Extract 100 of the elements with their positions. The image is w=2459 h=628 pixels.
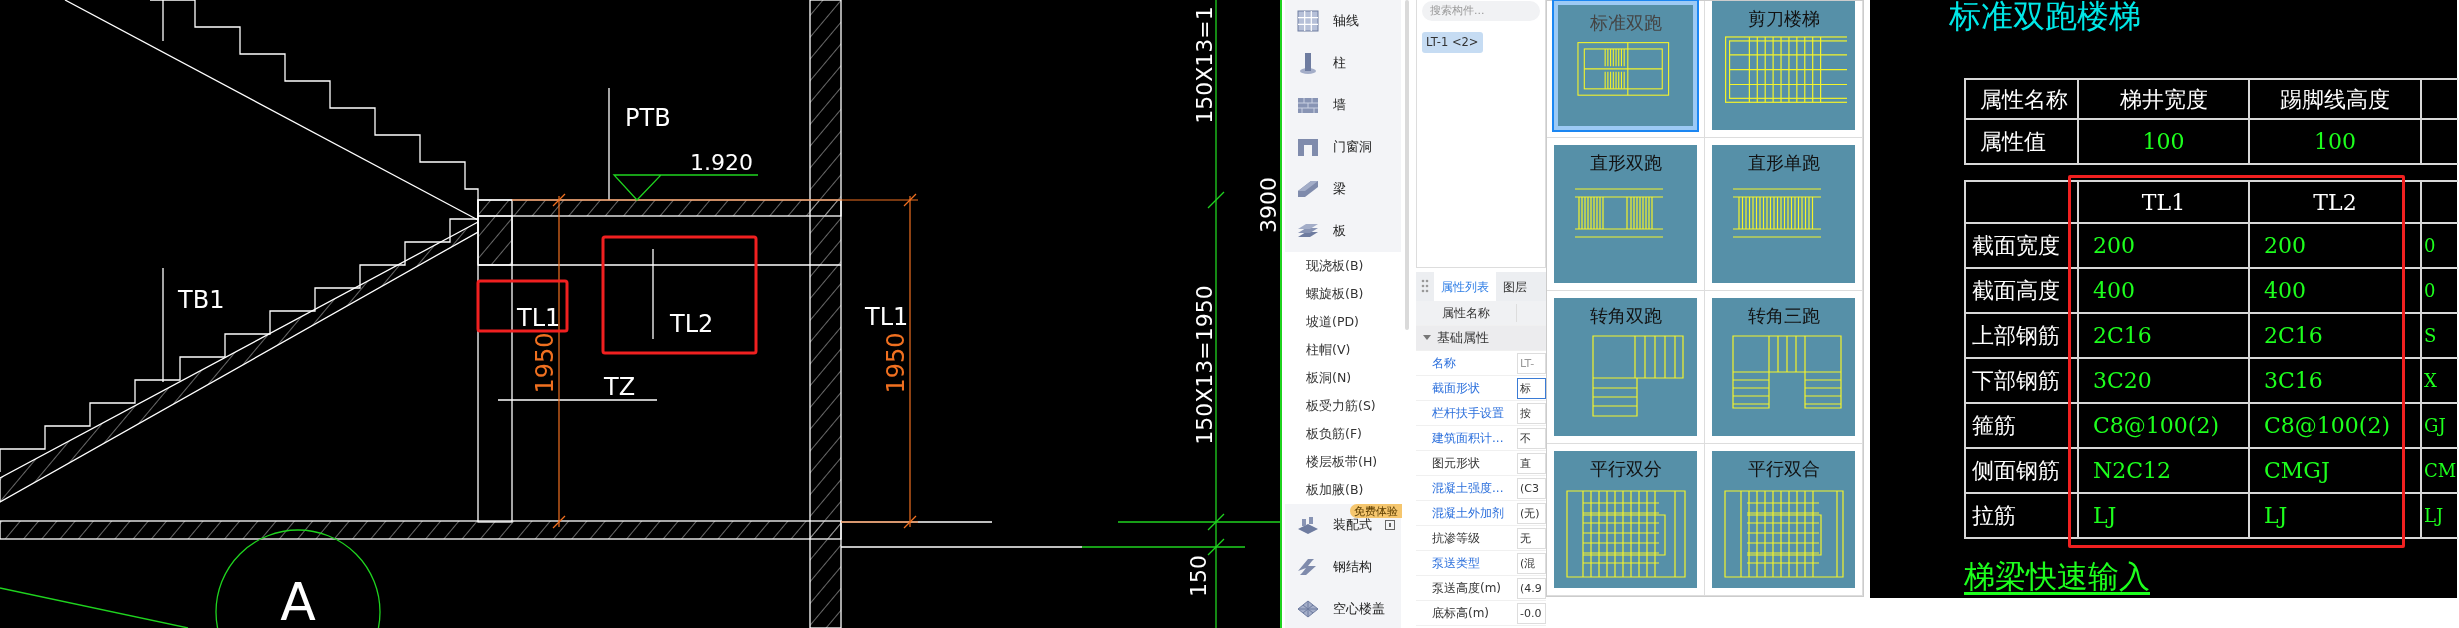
- table-header: 属性名称: [1965, 79, 2078, 119]
- table-cell: 200: [2078, 223, 2249, 268]
- dimension-text: 1950: [882, 332, 910, 394]
- property-value[interactable]: 无: [1517, 527, 1546, 549]
- stair-type-tile[interactable]: 直形双跑: [1554, 145, 1697, 283]
- property-name: 建筑面积计...: [1431, 430, 1505, 447]
- tile-title: 转角三跑: [1747, 304, 1820, 328]
- sidebar-item[interactable]: 墙: [1285, 84, 1401, 126]
- sidebar-subitem[interactable]: 螺旋板(B): [1285, 280, 1401, 308]
- sidebar-subitem[interactable]: 板加腋(B): [1285, 476, 1401, 504]
- table-cell: 3C20: [2078, 358, 2249, 403]
- sidebar-subitem[interactable]: 楼层板带(H): [1285, 448, 1401, 476]
- sidebar-subitem[interactable]: 板受力筋(S): [1285, 392, 1401, 420]
- property-name: 图元形状: [1431, 455, 1481, 472]
- property-name: 抗渗等级: [1431, 530, 1481, 547]
- table-cell: N2C12: [2078, 448, 2249, 493]
- table-cell: 2C16: [2249, 313, 2421, 358]
- table-cell: 2C16: [2078, 313, 2249, 358]
- tile-title: 直形双跑: [1589, 151, 1662, 175]
- dimension-text: 150X13=1950: [1191, 285, 1217, 445]
- property-value[interactable]: (4.9: [1517, 577, 1546, 599]
- row-label: 侧面钢筋: [1965, 448, 2078, 493]
- tile-title: 剪刀楼梯: [1747, 7, 1820, 31]
- table-cell: LJ: [2249, 493, 2421, 538]
- table-cell: 400: [2249, 268, 2421, 313]
- dimension-text: 150: [1185, 555, 1211, 597]
- sidebar-item[interactable]: 梁: [1285, 168, 1401, 210]
- property-tab[interactable]: 属性列表: [1434, 272, 1496, 301]
- property-value[interactable]: (混: [1517, 552, 1546, 574]
- stair-type-tile[interactable]: 平行双分: [1554, 451, 1697, 588]
- tile-title: 标准双跑: [1589, 11, 1662, 35]
- property-name: 底标高(m): [1431, 605, 1491, 622]
- drawing-label: TL2: [670, 310, 714, 338]
- row-label: 拉筋: [1965, 493, 2078, 538]
- table-cell: 3C16: [2249, 358, 2421, 403]
- search-field[interactable]: 搜索构件...: [1422, 0, 1540, 21]
- dimension-text: 150X13=1: [1191, 6, 1217, 124]
- tile-title: 直形单跑: [1747, 151, 1820, 175]
- table-cell: 200: [2249, 223, 2421, 268]
- sidebar-item[interactable]: 钢结构: [1285, 546, 1401, 588]
- property-value[interactable]: 按: [1517, 402, 1546, 424]
- table-header: 梯井宽度: [2078, 79, 2249, 119]
- caret-icon: [1423, 335, 1431, 341]
- tile-title: 平行双合: [1747, 457, 1820, 481]
- property-name: 泵送类型: [1431, 555, 1481, 572]
- table-cell: 400: [2078, 268, 2249, 313]
- dimension-text: 3900: [1255, 177, 1281, 233]
- property-tab[interactable]: 图层: [1496, 272, 1534, 301]
- sidebar-item[interactable]: 柱: [1285, 42, 1401, 84]
- tile-title: 平行双分: [1589, 457, 1662, 481]
- property-value[interactable]: (C3: [1517, 477, 1546, 499]
- property-name: 名称: [1431, 355, 1457, 372]
- property-name: 截面形状: [1431, 380, 1481, 397]
- stair-type-tile[interactable]: 转角三跑: [1712, 298, 1855, 436]
- elevation-mark-icon: [613, 174, 759, 201]
- row-label: 下部钢筋: [1965, 358, 2078, 403]
- drawing-label: PTB: [625, 104, 671, 132]
- trial-badge: 免费体验: [1350, 504, 1402, 518]
- property-value[interactable]: -0.0: [1517, 602, 1546, 624]
- dimension-text: 1950: [531, 332, 559, 394]
- property-value[interactable]: 标: [1517, 377, 1546, 399]
- drawing-label: 1.920: [690, 150, 753, 175]
- property-name: 泵送高度(m): [1431, 580, 1503, 597]
- grid-icon: [1296, 9, 1320, 33]
- sidebar-subitem[interactable]: 板洞(N): [1285, 364, 1401, 392]
- drawing-label: TL1: [865, 303, 909, 331]
- row-label: 箍筋: [1965, 403, 2078, 448]
- table-cell: C8@100(2): [2078, 403, 2249, 448]
- table-cell: C8@100(2): [2249, 403, 2421, 448]
- table-cell: LJ: [2078, 493, 2249, 538]
- property-value[interactable]: (无): [1517, 502, 1546, 524]
- stair-type-tile[interactable]: 直形单跑: [1712, 145, 1855, 283]
- group-header: 基础属性: [1437, 328, 1489, 347]
- scrollbar-thumb[interactable]: [1405, 0, 1409, 330]
- property-value[interactable]: 不: [1517, 427, 1546, 449]
- sidebar-subitem[interactable]: 坡道(PD): [1285, 308, 1401, 336]
- sidebar-subitem[interactable]: 板负筋(F): [1285, 420, 1401, 448]
- property-name: 混凝土强度...: [1431, 480, 1505, 497]
- sidebar-item[interactable]: 轴线: [1285, 0, 1401, 42]
- component-item[interactable]: LT-1 <2>: [1422, 31, 1483, 53]
- tile-title: 转角双跑: [1589, 304, 1662, 328]
- sidebar-item[interactable]: 板: [1285, 210, 1401, 252]
- sidebar-subitem[interactable]: 现浇板(B): [1285, 252, 1401, 280]
- property-name: 混凝土外加剂: [1431, 505, 1505, 522]
- sidebar-item[interactable]: 门窗洞: [1285, 126, 1401, 168]
- table-header: TL2: [2249, 181, 2421, 223]
- property-value[interactable]: 直: [1517, 452, 1546, 474]
- sidebar-item[interactable]: 空心楼盖: [1285, 588, 1401, 628]
- drawing-label: TZ: [604, 373, 636, 401]
- row-label: 上部钢筋: [1965, 313, 2078, 358]
- stair-type-tile[interactable]: 剪刀楼梯: [1712, 1, 1855, 130]
- sidebar-subitem[interactable]: 柱帽(V): [1285, 336, 1401, 364]
- stair-type-tile[interactable]: 转角双跑: [1554, 298, 1697, 436]
- table-cell: CMGJ: [2249, 448, 2421, 493]
- quick-input-link[interactable]: 梯梁快速输入: [1964, 553, 2150, 600]
- drawing-label: TL1: [517, 304, 561, 332]
- row-label: 截面高度: [1965, 268, 2078, 313]
- stair-type-tile[interactable]: 平行双合: [1712, 451, 1855, 588]
- table-header: 踢脚线高度: [2249, 79, 2421, 119]
- drawing-label: TB1: [178, 286, 225, 314]
